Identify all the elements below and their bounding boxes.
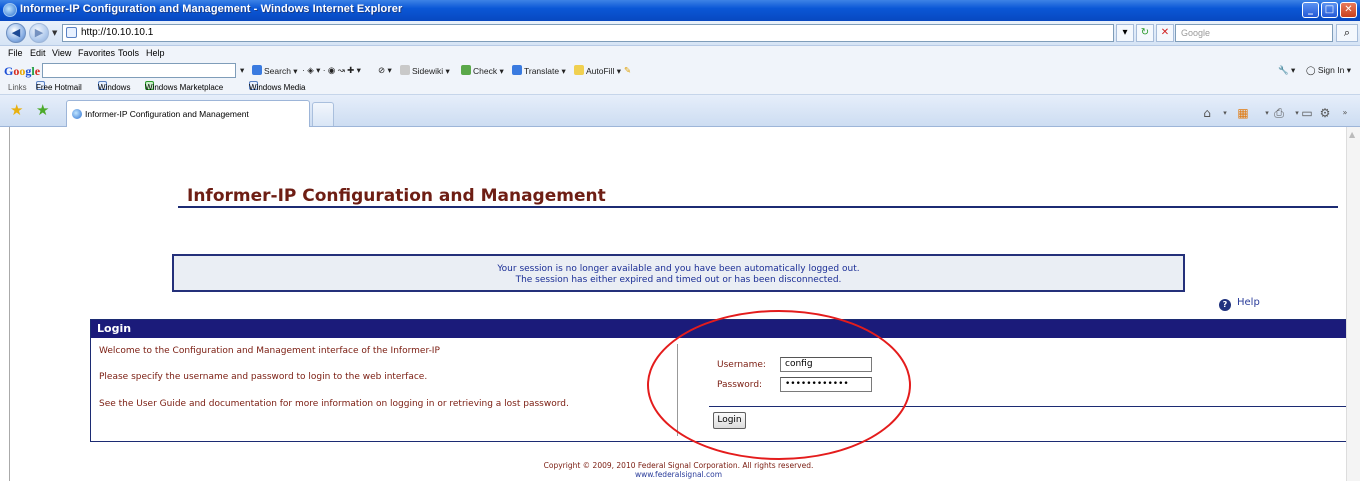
- menu-favorites[interactable]: Favorites: [78, 46, 115, 61]
- autofill-button[interactable]: AutoFill ▾: [574, 65, 621, 77]
- google-search-dropdown-icon[interactable]: ▾: [240, 65, 244, 76]
- sidewiki-button[interactable]: Sidewiki ▾: [400, 65, 450, 77]
- window-title-bar[interactable]: Informer-IP Configuration and Management…: [0, 0, 1360, 21]
- window-title: Informer-IP Configuration and Management…: [20, 3, 403, 15]
- vertical-scrollbar[interactable]: ▲: [1346, 127, 1360, 481]
- menu-tools[interactable]: Tools: [118, 46, 139, 61]
- google-settings-wrench-icon[interactable]: 🔧 ▾: [1278, 65, 1295, 76]
- links-bar: Links Free Hotmail Windows Windows Marke…: [0, 81, 1360, 95]
- pencil-icon[interactable]: ✎: [624, 65, 631, 76]
- tab-bar: ★ ★ Informer-IP Configuration and Manage…: [0, 95, 1360, 127]
- ie-tab-icon: [72, 109, 82, 119]
- print-icon[interactable]: ⎙: [1270, 105, 1288, 121]
- address-toolbar: ◀ ▶ ▼ http://10.10.10.1 ▾ ↻ ✕ Google ⌕: [0, 21, 1360, 46]
- website-link[interactable]: www.federalsignal.com: [10, 470, 1347, 479]
- recent-pages-chevron-icon[interactable]: ▼: [52, 29, 57, 37]
- minimize-button[interactable]: _: [1302, 2, 1319, 18]
- scroll-up-icon[interactable]: ▲: [1349, 130, 1355, 139]
- page-menu-icon[interactable]: ▭: [1298, 105, 1316, 121]
- sign-in-button[interactable]: ◯ Sign In ▾: [1306, 65, 1351, 76]
- close-button[interactable]: ✕: [1340, 2, 1357, 18]
- address-tools: ▾ ↻ ✕: [1116, 24, 1174, 42]
- check-button[interactable]: Check ▾: [461, 65, 504, 77]
- home-dropdown-icon[interactable]: ▾: [1216, 105, 1234, 121]
- translate-icon: [512, 65, 522, 75]
- tools-gear-icon[interactable]: ⚙: [1316, 105, 1334, 121]
- search-input[interactable]: Google: [1175, 24, 1333, 42]
- ie-logo-icon: [3, 3, 17, 17]
- refresh-icon[interactable]: ↻: [1136, 24, 1154, 42]
- annotation-ellipse: [647, 310, 911, 460]
- links-label: Links: [8, 83, 27, 92]
- google-logo: Google: [4, 64, 41, 78]
- google-search-button[interactable]: Search ▾: [252, 65, 298, 77]
- session-message-line-2: The session has either expired and timed…: [515, 275, 842, 285]
- spellcheck-icon: [461, 65, 471, 75]
- session-expired-notice: Your session is no longer available and …: [172, 254, 1185, 292]
- more-chevron-icon[interactable]: »: [1336, 105, 1354, 121]
- google-search-icon: [252, 65, 262, 75]
- menu-edit[interactable]: Edit: [30, 46, 46, 61]
- title-divider: [178, 206, 1338, 208]
- tab-informer-ip[interactable]: Informer-IP Configuration and Management: [66, 100, 310, 127]
- menu-view[interactable]: View: [52, 46, 71, 61]
- google-toolbar: Google ▾ Search ▾ · ◈ ▾ · ◉ ↝ ✚ ▾ ⊘ ▾ Si…: [0, 61, 1360, 81]
- popup-blocker-icon[interactable]: ⊘ ▾: [378, 65, 392, 76]
- help-label: Help: [1237, 297, 1260, 308]
- instruction-text: Please specify the username and password…: [99, 372, 428, 382]
- address-dropdown-icon[interactable]: ▾: [1116, 24, 1134, 42]
- copyright-text: Copyright © 2009, 2010 Federal Signal Co…: [543, 461, 814, 470]
- add-favorite-icon[interactable]: ★: [36, 103, 49, 118]
- new-tab-button[interactable]: [312, 102, 334, 126]
- search-icon[interactable]: ⌕: [1336, 24, 1358, 42]
- favorites-star-icon[interactable]: ★: [10, 103, 23, 118]
- translate-button[interactable]: Translate ▾: [512, 65, 566, 77]
- maximize-button[interactable]: □: [1321, 2, 1338, 18]
- stop-icon[interactable]: ✕: [1156, 24, 1174, 42]
- menu-file[interactable]: File: [8, 46, 23, 61]
- help-link[interactable]: ? Help: [1219, 297, 1260, 311]
- feeds-icon[interactable]: ▦: [1234, 105, 1252, 121]
- menu-bar: File Edit View Favorites Tools Help: [0, 46, 1360, 61]
- tab-label: Informer-IP Configuration and Management: [85, 109, 249, 119]
- address-url: http://10.10.10.1: [81, 27, 154, 38]
- back-button[interactable]: ◀: [6, 23, 26, 43]
- search-placeholder: Google: [1181, 28, 1211, 38]
- sidewiki-icon: [400, 65, 410, 75]
- google-tools-icons[interactable]: · ◈ ▾ · ◉ ↝ ✚ ▾: [302, 65, 361, 76]
- welcome-text: Welcome to the Configuration and Managem…: [99, 346, 440, 356]
- google-search-input[interactable]: [42, 63, 236, 78]
- menu-help[interactable]: Help: [146, 46, 165, 61]
- help-icon: ?: [1219, 299, 1231, 311]
- page-title: Informer-IP Configuration and Management: [187, 186, 606, 206]
- page-icon: [66, 27, 77, 38]
- session-message-line-1: Your session is no longer available and …: [497, 264, 860, 274]
- address-input[interactable]: http://10.10.10.1: [62, 24, 1114, 42]
- autofill-icon: [574, 65, 584, 75]
- home-icon[interactable]: ⌂: [1198, 105, 1216, 121]
- user-guide-text: See the User Guide and documentation for…: [99, 399, 569, 409]
- forward-button[interactable]: ▶: [29, 23, 49, 43]
